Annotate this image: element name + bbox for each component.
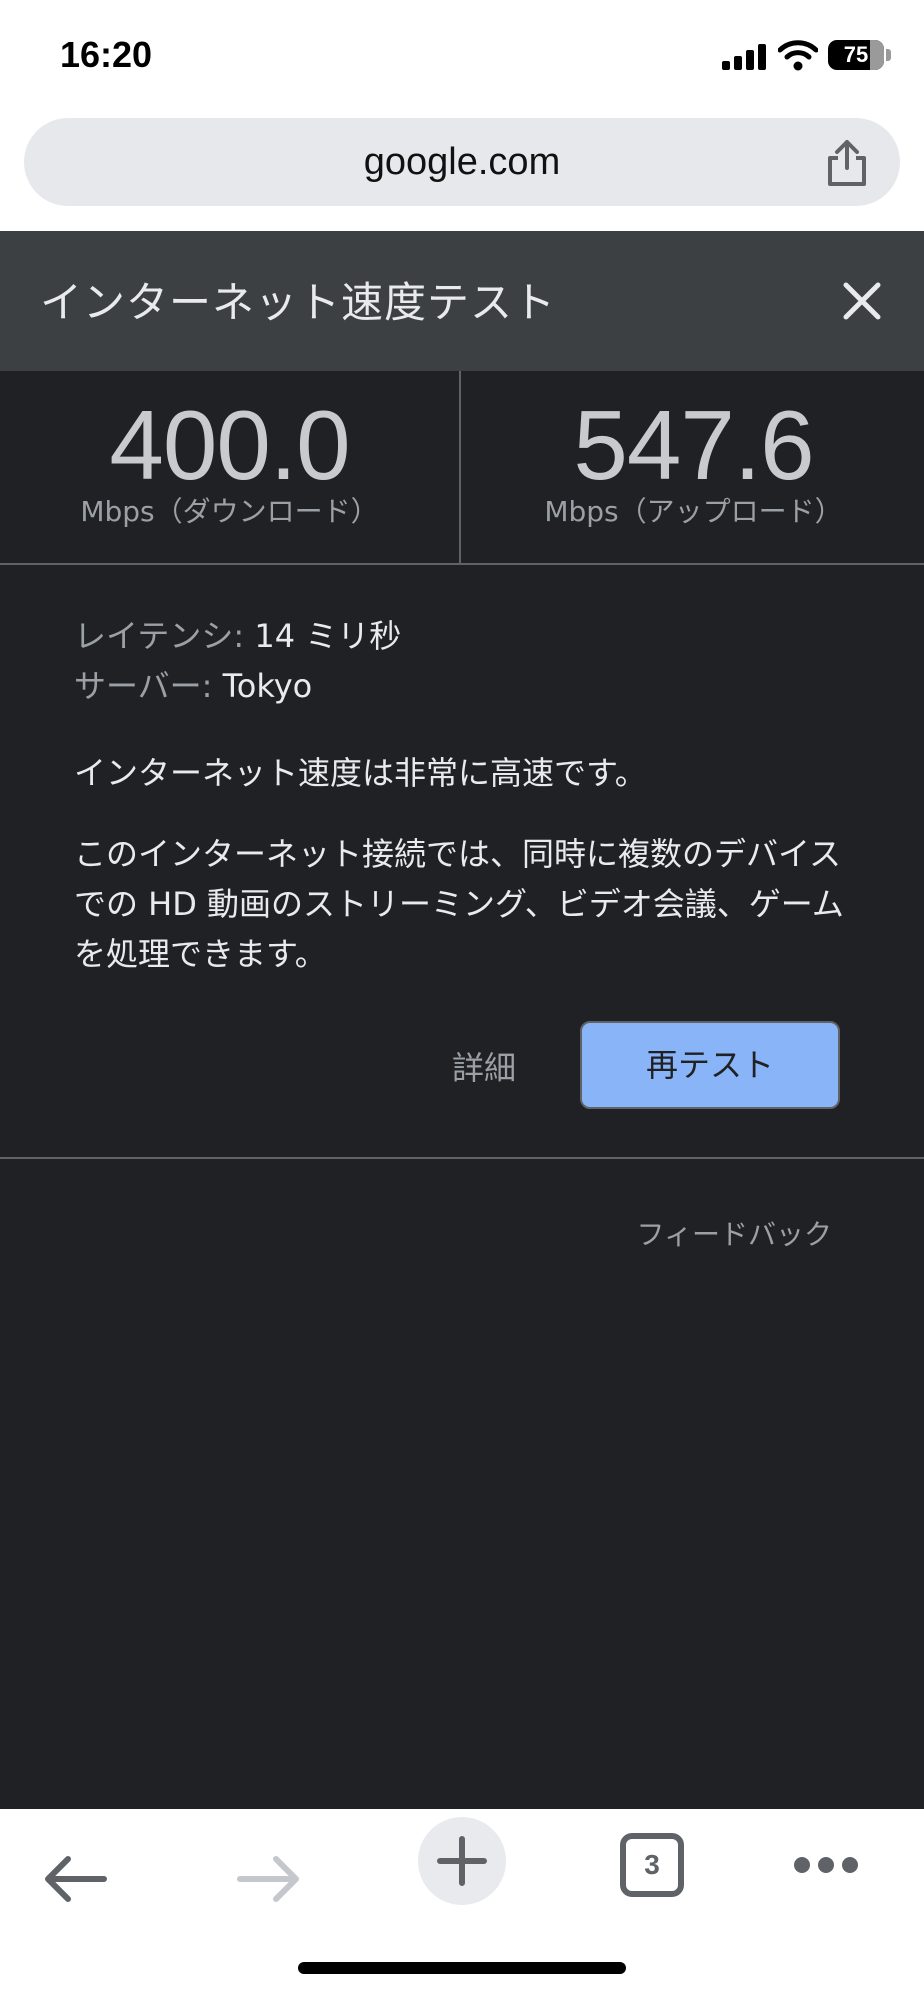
tab-switcher-button[interactable]: 3 [620, 1833, 684, 1897]
feedback-link[interactable]: フィードバック [637, 1213, 832, 1253]
latency-value: 14 ミリ秒 [254, 617, 402, 655]
upload-value: 547.6 [573, 390, 814, 500]
close-icon[interactable] [836, 275, 888, 327]
home-indicator [298, 1962, 626, 1974]
download-result: 400.0 Mbps（ダウンロード） [0, 371, 461, 563]
card-header: インターネット速度テスト [0, 231, 924, 371]
connection-details: レイテンシ: 14 ミリ秒 サーバー: Tokyo [74, 611, 854, 711]
card-title: インターネット速度テスト [40, 278, 557, 327]
signal-icon [722, 44, 766, 70]
speed-results: 400.0 Mbps（ダウンロード） 547.6 Mbps（アップロード） [0, 371, 924, 565]
server-row: サーバー: Tokyo [74, 661, 854, 711]
upload-unit: Mbps（アップロード） [544, 495, 843, 528]
plus-icon [437, 1836, 487, 1886]
speed-description: このインターネット接続では、同時に複数のデバイスでの HD 動画のストリーミング… [74, 835, 844, 973]
battery-level: 75 [843, 42, 869, 67]
upload-result: 547.6 Mbps（アップロード） [463, 371, 924, 563]
speed-summary: インターネット速度は非常に高速です。 [74, 754, 647, 792]
more-icon[interactable] [794, 1853, 858, 1877]
wifi-icon [778, 40, 818, 71]
url-text[interactable]: google.com [24, 118, 900, 206]
details-link[interactable]: 詳細 [452, 1043, 516, 1089]
battery-icon: 75 [828, 40, 884, 70]
download-unit: Mbps（ダウンロード） [80, 495, 379, 528]
server-value: Tokyo [222, 667, 313, 705]
latency-label: レイテンシ: [74, 617, 245, 655]
new-tab-button[interactable] [418, 1817, 506, 1905]
speed-test-card: インターネット速度テスト 400.0 Mbps（ダウンロード） 547.6 Mb… [0, 231, 924, 1809]
battery-tip [886, 49, 891, 61]
download-value: 400.0 [109, 390, 350, 500]
divider [0, 1157, 924, 1159]
server-label: サーバー: [74, 667, 213, 705]
address-bar[interactable]: google.com [24, 118, 900, 206]
retest-button[interactable]: 再テスト [580, 1021, 840, 1109]
status-time: 16:20 [60, 34, 153, 75]
back-arrow-icon[interactable] [40, 1851, 112, 1907]
status-bar: 16:20 75 [0, 0, 924, 110]
latency-row: レイテンシ: 14 ミリ秒 [74, 611, 854, 661]
share-icon[interactable] [824, 138, 870, 188]
forward-arrow-icon[interactable] [232, 1851, 304, 1907]
